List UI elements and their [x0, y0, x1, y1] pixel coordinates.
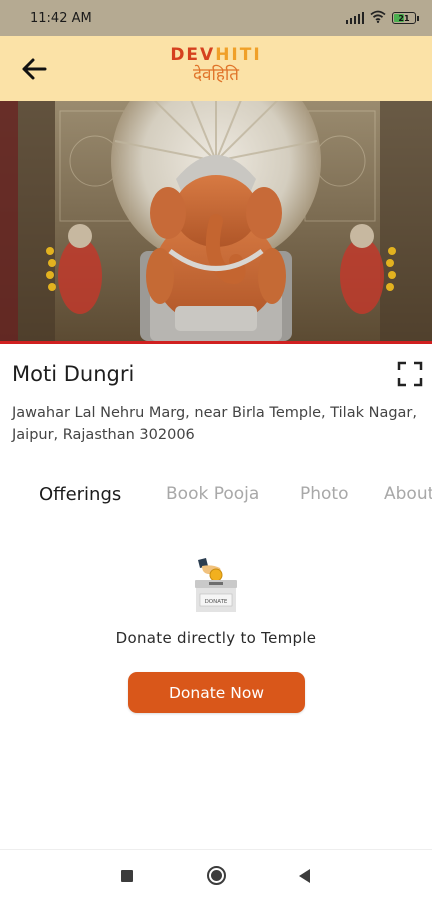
wifi-icon [370, 10, 386, 27]
logo-hindi-text: देवहिति [192, 65, 239, 85]
tab-photo[interactable]: Photo [300, 484, 349, 504]
app-header: DEVHITI देवहिति [0, 36, 432, 101]
status-time: 11:42 AM [30, 10, 92, 26]
tab-about[interactable]: About [384, 484, 432, 504]
tab-offerings[interactable]: Offerings [39, 484, 121, 505]
battery-icon: 21 [392, 12, 419, 24]
temple-name: Moti Dungri [12, 362, 135, 386]
devhiti-logo: DEVHITI देवहिति [0, 47, 432, 84]
photo-divider [0, 341, 432, 344]
temple-photo [0, 101, 432, 341]
battery-level: 21 [398, 13, 410, 23]
tab-book-pooja[interactable]: Book Pooja [166, 484, 259, 504]
home-icon[interactable] [207, 866, 226, 885]
donate-box-label: DONATE [205, 599, 228, 605]
donation-box-icon: DONATE [190, 556, 242, 614]
logo-dev-text: DEV [170, 45, 216, 65]
signal-icon [345, 12, 364, 24]
status-icons: 21 [345, 10, 419, 27]
donate-now-button[interactable]: Donate Now [128, 672, 305, 713]
donate-message: Donate directly to Temple [115, 629, 317, 647]
fullscreen-icon [397, 361, 423, 387]
ganesha-idol-photo [0, 101, 432, 341]
status-bar: 11:42 AM 21 [0, 0, 432, 36]
logo-hiti-text: HITI [215, 45, 262, 65]
fullscreen-button[interactable] [397, 361, 423, 387]
temple-address: Jawahar Lal Nehru Marg, near Birla Templ… [12, 405, 417, 443]
system-nav-bar [0, 849, 432, 900]
tab-bar: Offerings Book Pooja Photo About [0, 484, 432, 514]
back-icon[interactable] [299, 869, 310, 883]
recents-icon[interactable] [121, 870, 133, 882]
